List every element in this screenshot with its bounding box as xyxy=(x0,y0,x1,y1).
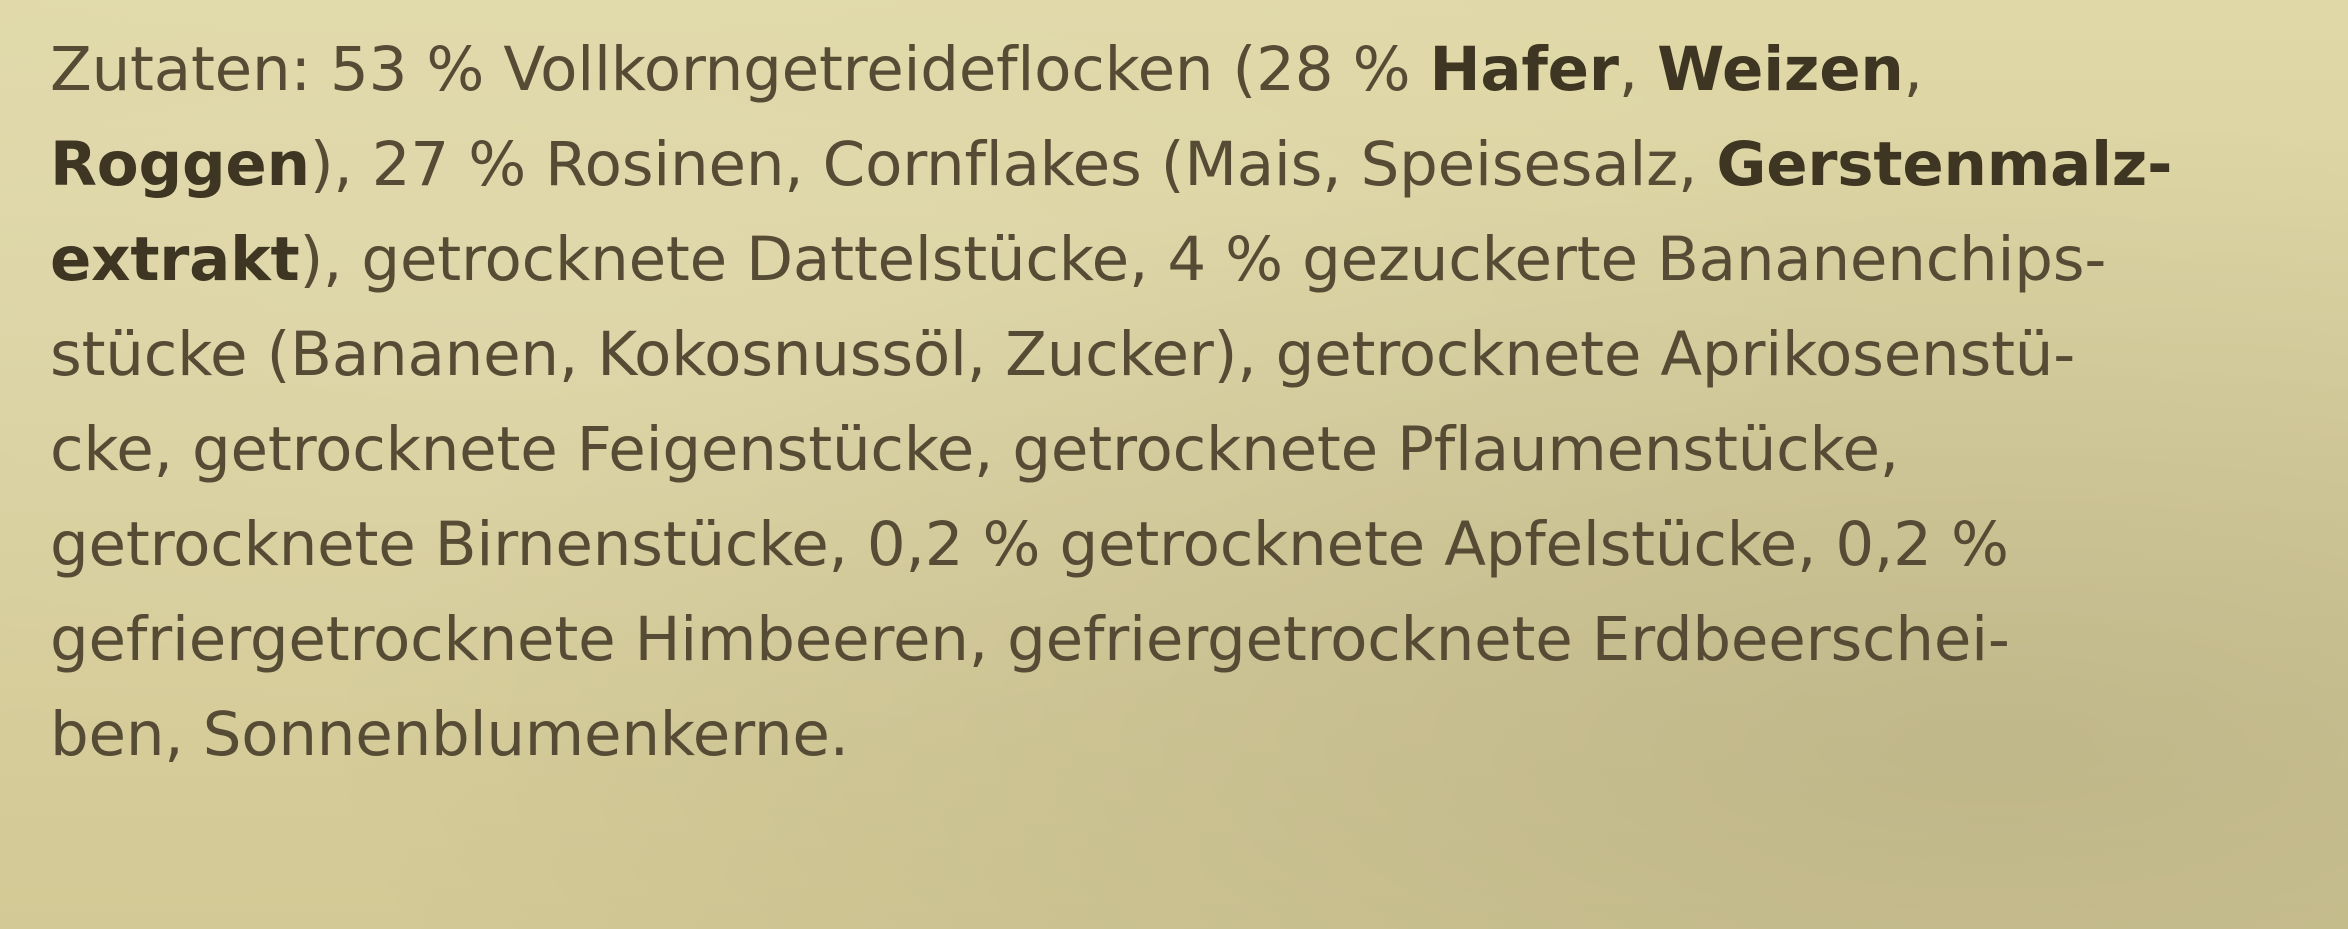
ingredient-text: gefriergetrocknete Himbeeren, gefrierget… xyxy=(50,604,2010,675)
ingredients-line: stücke (Bananen, Kokosnussöl, Zucker), g… xyxy=(50,307,2308,402)
allergen-highlight: Gerstenmalz- xyxy=(1716,129,2173,200)
ingredient-text: ben, Sonnenblumenkerne. xyxy=(50,699,849,770)
ingredient-text: ), 27 % Rosinen, Cornflakes (Mais, Speis… xyxy=(309,129,1717,200)
allergen-highlight: extrakt xyxy=(50,224,300,295)
ingredients-text: Zutaten: 53 % Vollkorngetreideflocken (2… xyxy=(50,22,2308,782)
ingredient-text: ), getrocknete Dattelstücke, 4 % gezucke… xyxy=(299,224,2107,295)
ingredients-line: gefriergetrocknete Himbeeren, gefrierget… xyxy=(50,592,2308,687)
ingredient-text: stücke (Bananen, Kokosnussöl, Zucker), g… xyxy=(50,319,2076,390)
ingredient-text: getrocknete Birnenstücke, 0,2 % getrockn… xyxy=(50,509,2009,580)
ingredients-line: ben, Sonnenblumenkerne. xyxy=(50,687,2308,782)
ingredients-line: extrakt), getrocknete Dattelstücke, 4 % … xyxy=(50,212,2308,307)
ingredients-line: getrocknete Birnenstücke, 0,2 % getrockn… xyxy=(50,497,2308,592)
ingredient-text: Zutaten: 53 % Vollkorngetreideflocken (2… xyxy=(50,34,1430,105)
ingredient-text: , xyxy=(1618,34,1658,105)
allergen-highlight: Weizen xyxy=(1657,34,1904,105)
ingredient-text: , xyxy=(1903,34,1923,105)
allergen-highlight: Roggen xyxy=(50,129,310,200)
ingredient-text: cke, getrocknete Feigenstücke, getrockne… xyxy=(50,414,1899,485)
ingredients-line: Zutaten: 53 % Vollkorngetreideflocken (2… xyxy=(50,22,2308,117)
ingredients-label: Zutaten: 53 % Vollkorngetreideflocken (2… xyxy=(0,0,2348,929)
ingredients-line: cke, getrocknete Feigenstücke, getrockne… xyxy=(50,402,2308,497)
allergen-highlight: Hafer xyxy=(1429,34,1619,105)
ingredients-line: Roggen), 27 % Rosinen, Cornflakes (Mais,… xyxy=(50,117,2308,212)
